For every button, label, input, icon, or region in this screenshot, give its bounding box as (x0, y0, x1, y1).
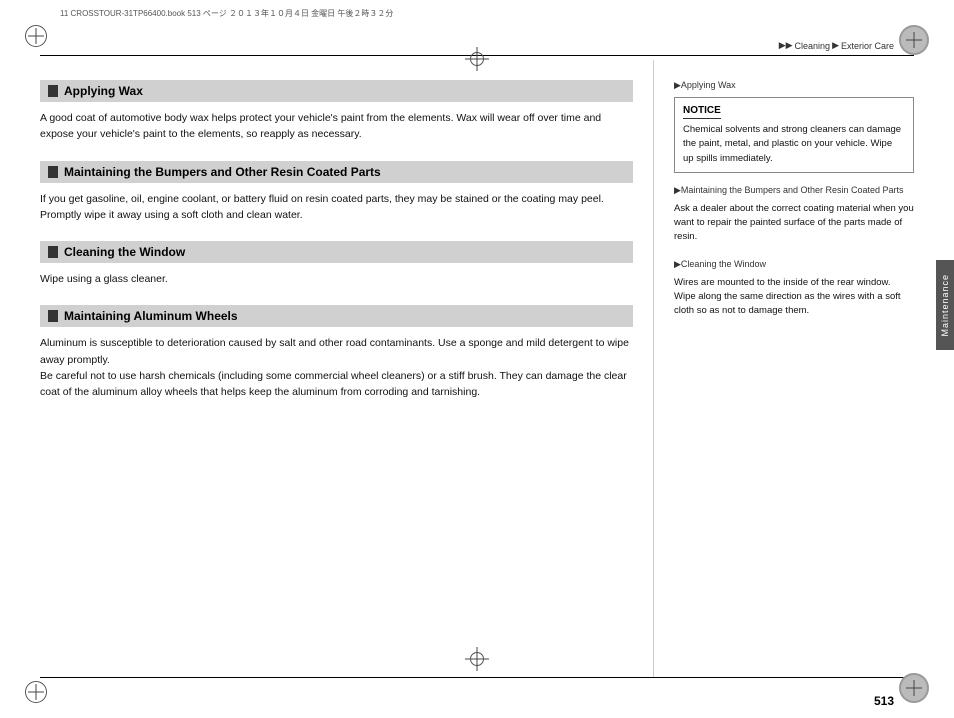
breadcrumb-arrow1: ▶▶ (779, 40, 793, 51)
section-icon-aluminum (48, 310, 58, 322)
section-body-bumpers: If you get gasoline, oil, engine coolant… (40, 191, 633, 224)
breadcrumb-section2: Exterior Care (841, 41, 894, 51)
section-icon-bumpers (48, 166, 58, 178)
right-section-window: ▶Cleaning the Window Wires are mounted t… (674, 259, 914, 319)
section-aluminum-wheels: Maintaining Aluminum Wheels Aluminum is … (40, 305, 633, 400)
breadcrumb-arrow2: ▶ (832, 40, 839, 51)
file-info: 11 CROSSTOUR-31TP66400.book 513 ページ ２０１３… (0, 0, 954, 27)
sidebar-maintenance-tab: Maintenance (936, 260, 954, 350)
section-title-bumpers: Maintaining the Bumpers and Other Resin … (64, 165, 381, 179)
deco-circle-bottom-left (25, 681, 47, 703)
section-title-aluminum: Maintaining Aluminum Wheels (64, 309, 238, 323)
right-body-window: Wires are mounted to the inside of the r… (674, 276, 914, 319)
section-header-aluminum: Maintaining Aluminum Wheels (40, 305, 633, 327)
column-divider (653, 60, 654, 678)
section-maintaining-bumpers: Maintaining the Bumpers and Other Resin … (40, 161, 633, 224)
section-icon-window (48, 246, 58, 258)
notice-body: Chemical solvents and strong cleaners ca… (683, 123, 905, 166)
section-applying-wax: Applying Wax A good coat of automotive b… (40, 80, 633, 143)
section-title-window: Cleaning the Window (64, 245, 185, 259)
right-label-bumpers: ▶Maintaining the Bumpers and Other Resin… (674, 185, 914, 196)
section-header-applying-wax: Applying Wax (40, 80, 633, 102)
right-column: ▶Applying Wax NOTICE Chemical solvents a… (674, 60, 914, 678)
breadcrumb-section1: Cleaning (795, 41, 831, 51)
section-body-aluminum: Aluminum is susceptible to deterioration… (40, 335, 633, 400)
notice-title: NOTICE (683, 105, 721, 119)
section-icon (48, 85, 58, 97)
section-header-bumpers: Maintaining the Bumpers and Other Resin … (40, 161, 633, 183)
page: 11 CROSSTOUR-31TP66400.book 513 ページ ２０１３… (0, 0, 954, 718)
crosshair-bottom-center (465, 647, 489, 671)
footer-divider (40, 677, 914, 678)
section-body-applying-wax: A good coat of automotive body wax helps… (40, 110, 633, 143)
right-body-bumpers: Ask a dealer about the correct coating m… (674, 202, 914, 245)
right-label-applying-wax: ▶Applying Wax (674, 80, 914, 91)
content-wrapper: Applying Wax A good coat of automotive b… (40, 60, 914, 678)
right-section-bumpers: ▶Maintaining the Bumpers and Other Resin… (674, 185, 914, 245)
breadcrumb: ▶▶ Cleaning ▶ Exterior Care (779, 40, 894, 51)
section-header-window: Cleaning the Window (40, 241, 633, 263)
section-body-window: Wipe using a glass cleaner. (40, 271, 633, 287)
notice-box: NOTICE Chemical solvents and strong clea… (674, 97, 914, 173)
deco-circle-bottom-right (899, 673, 929, 703)
left-column: Applying Wax A good coat of automotive b… (40, 60, 633, 678)
sidebar-tab-label: Maintenance (940, 274, 950, 337)
right-section-applying-wax: ▶Applying Wax NOTICE Chemical solvents a… (674, 80, 914, 173)
page-number: 513 (874, 694, 894, 708)
right-label-window: ▶Cleaning the Window (674, 259, 914, 270)
section-title-applying-wax: Applying Wax (64, 84, 143, 98)
section-cleaning-window: Cleaning the Window Wipe using a glass c… (40, 241, 633, 287)
